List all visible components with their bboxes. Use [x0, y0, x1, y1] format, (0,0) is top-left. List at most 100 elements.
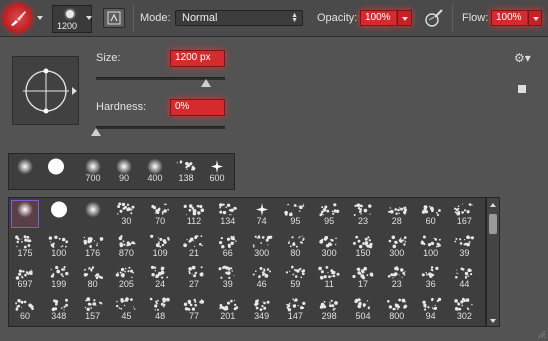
- recent-brush[interactable]: 700: [80, 158, 106, 184]
- brush-preset[interactable]: 150: [350, 233, 376, 259]
- brush-preset[interactable]: 66: [215, 233, 241, 259]
- brush-preset[interactable]: 176: [80, 233, 106, 259]
- size-slider-thumb[interactable]: [200, 79, 211, 87]
- gear-icon[interactable]: ⚙▾: [514, 51, 531, 65]
- brush-angle-preview[interactable]: [12, 56, 79, 125]
- brush-preset[interactable]: 302: [451, 296, 477, 322]
- brush-preset[interactable]: 39: [215, 264, 241, 290]
- preset-scrollbar[interactable]: [486, 197, 500, 327]
- flow-dropdown[interactable]: [528, 10, 542, 26]
- chevron-down-icon: [533, 17, 539, 21]
- brush-preset[interactable]: 44: [451, 264, 477, 290]
- brush-preset[interactable]: 100: [46, 233, 72, 259]
- tool-preset-chevron-down-icon[interactable]: [37, 16, 43, 20]
- brush-size-label: 21: [188, 247, 199, 258]
- brush-preset[interactable]: 504: [350, 296, 376, 322]
- airbrush-toggle[interactable]: [423, 8, 445, 28]
- recent-brush[interactable]: [12, 158, 38, 184]
- brush-preset[interactable]: 39: [451, 233, 477, 259]
- brush-size-label: 80: [87, 279, 98, 289]
- brush-preset[interactable]: 300: [384, 233, 410, 259]
- recent-brush[interactable]: [43, 158, 69, 184]
- recent-brush[interactable]: 600: [204, 158, 230, 184]
- hardness-field[interactable]: 0%: [170, 99, 225, 116]
- brush-preset[interactable]: [46, 201, 72, 227]
- recent-brush[interactable]: 400: [142, 158, 168, 184]
- brush-preset[interactable]: [80, 201, 106, 227]
- brush-preset[interactable]: 175: [12, 233, 38, 259]
- brush-preset[interactable]: 23: [384, 264, 410, 290]
- brush-preset[interactable]: 800: [384, 296, 410, 322]
- scroll-up-icon[interactable]: [490, 203, 496, 207]
- brush-preset[interactable]: 80: [282, 233, 308, 259]
- scrollbar-thumb[interactable]: [489, 214, 497, 234]
- recent-brush[interactable]: 90: [111, 158, 137, 184]
- hardness-slider-thumb[interactable]: [91, 128, 101, 136]
- brush-preset[interactable]: 349: [249, 296, 275, 322]
- brush-preset[interactable]: [11, 200, 39, 228]
- brush-preset[interactable]: 74: [249, 201, 275, 227]
- brush-size-label: 300: [254, 247, 270, 258]
- brush-preset[interactable]: 11: [316, 264, 342, 290]
- opacity-dropdown[interactable]: [397, 10, 412, 26]
- brush-preset[interactable]: 36: [418, 264, 444, 290]
- blend-mode-select[interactable]: Normal ▲ ▼: [175, 10, 303, 26]
- brush-preset[interactable]: 95: [282, 201, 308, 227]
- brush-size-label: 205: [118, 279, 134, 289]
- brush-size-label: 300: [389, 247, 405, 258]
- opacity-field[interactable]: 100%: [360, 10, 397, 26]
- brush-size-label: 23: [391, 279, 402, 289]
- brush-preset[interactable]: 60: [12, 296, 38, 322]
- recent-brush[interactable]: 138: [173, 158, 199, 184]
- brush-preset[interactable]: 48: [147, 296, 173, 322]
- brush-preset[interactable]: 348: [46, 296, 72, 322]
- brush-preset[interactable]: 17: [350, 264, 376, 290]
- flow-label: Flow:: [462, 12, 489, 24]
- brush-preset[interactable]: 77: [181, 296, 207, 322]
- brush-preset[interactable]: 100: [418, 233, 444, 259]
- brush-preset[interactable]: 870: [113, 233, 139, 259]
- brush-angle-roundness-icon: [23, 68, 69, 114]
- brush-panel-toggle-button[interactable]: [103, 8, 125, 28]
- brush-preset[interactable]: 147: [282, 296, 308, 322]
- brush-preset[interactable]: 157: [80, 296, 106, 322]
- brush-preset[interactable]: 21: [181, 233, 207, 259]
- brush-preset-picker[interactable]: 1200: [52, 5, 92, 33]
- brush-preset[interactable]: 24: [147, 264, 173, 290]
- brush-preset[interactable]: 201: [215, 296, 241, 322]
- brush-preset[interactable]: 27: [181, 264, 207, 290]
- brush-preset[interactable]: 60: [418, 201, 444, 227]
- hardness-slider-track[interactable]: [96, 126, 225, 129]
- resize-grip-icon[interactable]: [537, 330, 546, 339]
- brush-preset[interactable]: 30: [113, 201, 139, 227]
- brush-preset[interactable]: 300: [249, 233, 275, 259]
- brush-preset[interactable]: 80: [80, 264, 106, 290]
- brush-preset[interactable]: 28: [384, 201, 410, 227]
- brush-preset[interactable]: 59: [282, 264, 308, 290]
- scroll-down-icon[interactable]: [490, 319, 496, 323]
- new-preset-icon[interactable]: [518, 85, 526, 93]
- brush-tool-button[interactable]: [3, 3, 33, 33]
- brush-preset[interactable]: 112: [181, 201, 207, 227]
- brush-preset[interactable]: 167: [451, 201, 477, 227]
- brush-size-label: 94: [425, 310, 436, 321]
- brush-size-label: 39: [459, 247, 470, 258]
- brush-preset[interactable]: 300: [316, 233, 342, 259]
- brush-preset[interactable]: 134: [215, 201, 241, 227]
- brush-preset[interactable]: 95: [316, 201, 342, 227]
- size-field[interactable]: 1200 px: [170, 50, 225, 67]
- brush-preset[interactable]: 23: [350, 201, 376, 227]
- brush-preset[interactable]: 697: [12, 264, 38, 290]
- brush-preset[interactable]: 94: [418, 296, 444, 322]
- brush-preset[interactable]: 70: [147, 201, 173, 227]
- brush-preset[interactable]: 109: [147, 233, 173, 259]
- brush-preset[interactable]: 46: [249, 264, 275, 290]
- brush-icon: [11, 11, 26, 26]
- brush-preset[interactable]: 199: [46, 264, 72, 290]
- brush-size-label: 199: [51, 279, 67, 289]
- flow-field[interactable]: 100%: [491, 10, 528, 26]
- brush-tip-icon: [12, 201, 38, 218]
- brush-preset[interactable]: 298: [316, 296, 342, 322]
- brush-preset[interactable]: 205: [113, 264, 139, 290]
- brush-preset[interactable]: 45: [113, 296, 139, 322]
